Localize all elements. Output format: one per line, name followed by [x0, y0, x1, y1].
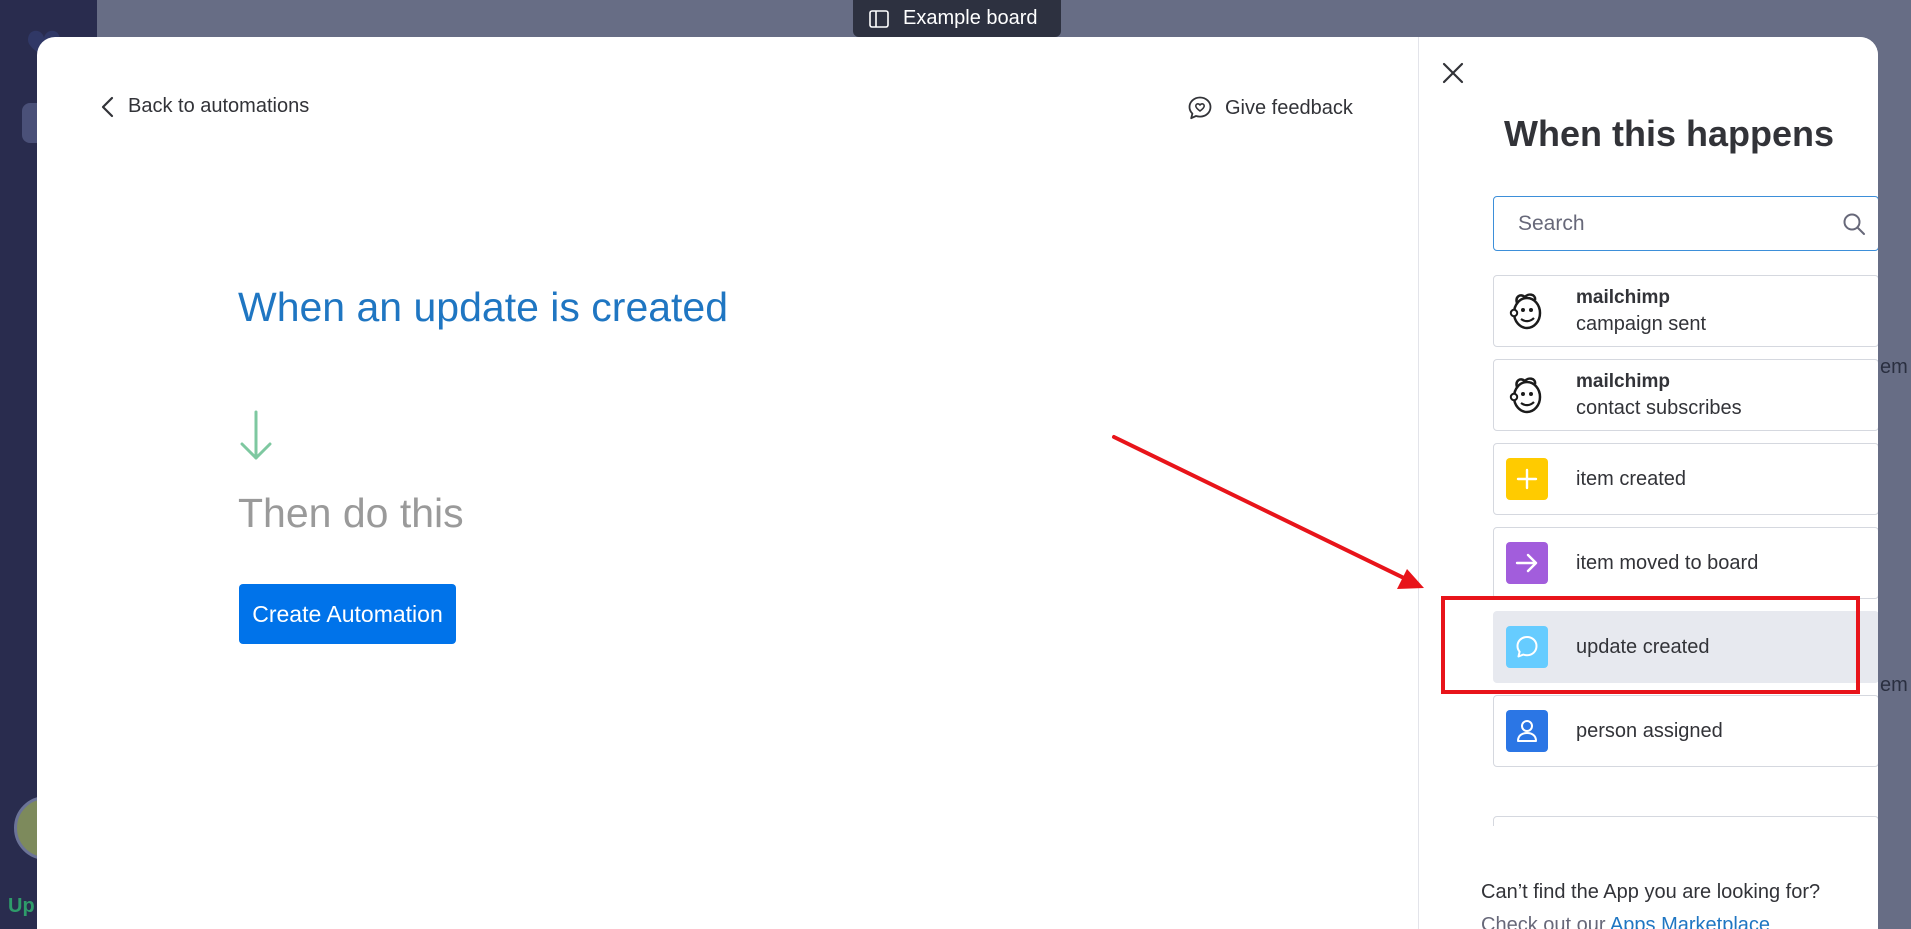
trigger-headline[interactable]: When an update is created — [238, 284, 728, 331]
mailchimp-icon — [1506, 374, 1548, 416]
help-prefix: Check out our — [1481, 914, 1610, 929]
create-automation-button[interactable]: Create Automation — [239, 584, 456, 644]
board-name: Example board — [903, 7, 1038, 29]
item-label: person assigned — [1576, 719, 1723, 742]
mailchimp-icon — [1506, 290, 1548, 332]
feedback-label: Give feedback — [1225, 96, 1353, 119]
trigger-panel: When this happens Search mailchimp campa… — [1418, 37, 1878, 929]
background-right-label: em — [1880, 674, 1908, 696]
action-placeholder[interactable]: Then do this — [238, 490, 464, 537]
help-hint: Check out our Apps Marketplace — [1481, 914, 1770, 929]
background-right — [1878, 0, 1911, 929]
give-feedback-link[interactable]: Give feedback — [1187, 95, 1353, 121]
item-subtitle: contact subscribes — [1576, 396, 1742, 419]
board-tooltip: Example board — [853, 0, 1061, 37]
search-icon — [1843, 213, 1865, 235]
search-input[interactable] — [1518, 211, 1842, 236]
plus-icon — [1506, 458, 1548, 500]
feedback-heart-icon — [1188, 96, 1212, 120]
chevron-left-icon — [101, 96, 114, 117]
trigger-item-person-assigned[interactable]: person assigned — [1493, 695, 1878, 767]
item-label: item created — [1576, 467, 1687, 490]
board-icon — [869, 9, 889, 28]
apps-marketplace-link[interactable]: Apps Marketplace — [1610, 914, 1770, 929]
chat-bubble-icon — [1506, 626, 1548, 668]
automation-modal: Back to automations Give feedback When a… — [37, 37, 1878, 929]
back-label: Back to automations — [128, 95, 310, 117]
arrow-down-icon — [240, 410, 272, 460]
item-title: mailchimp — [1576, 370, 1670, 392]
search-field[interactable] — [1493, 196, 1878, 251]
arrow-right-icon — [1506, 542, 1548, 584]
close-button[interactable] — [1437, 57, 1469, 89]
close-icon — [1442, 62, 1464, 84]
trigger-list: mailchimp campaign sent mailchimp contac… — [1493, 275, 1878, 826]
item-subtitle: campaign sent — [1576, 312, 1707, 335]
automation-editor: Back to automations Give feedback When a… — [37, 37, 1418, 929]
panel-title: When this happens — [1504, 113, 1835, 154]
item-label: item moved to board — [1576, 551, 1759, 574]
item-label: update created — [1576, 635, 1710, 658]
trigger-item-item-created[interactable]: item created — [1493, 443, 1878, 515]
trigger-item-mailchimp-campaign-sent[interactable]: mailchimp campaign sent — [1493, 275, 1878, 347]
background-right-label: em — [1880, 356, 1908, 378]
help-question: Can’t find the App you are looking for? — [1481, 881, 1821, 903]
item-title: mailchimp — [1576, 286, 1670, 308]
background-label: Up — [8, 895, 35, 917]
trigger-item-update-created[interactable]: update created — [1493, 611, 1878, 683]
person-icon — [1506, 710, 1548, 752]
trigger-item-partial[interactable] — [1493, 816, 1878, 826]
trigger-item-mailchimp-contact-subscribes[interactable]: mailchimp contact subscribes — [1493, 359, 1878, 431]
back-to-automations-link[interactable]: Back to automations — [100, 95, 309, 118]
trigger-item-item-moved-to-board[interactable]: item moved to board — [1493, 527, 1878, 599]
